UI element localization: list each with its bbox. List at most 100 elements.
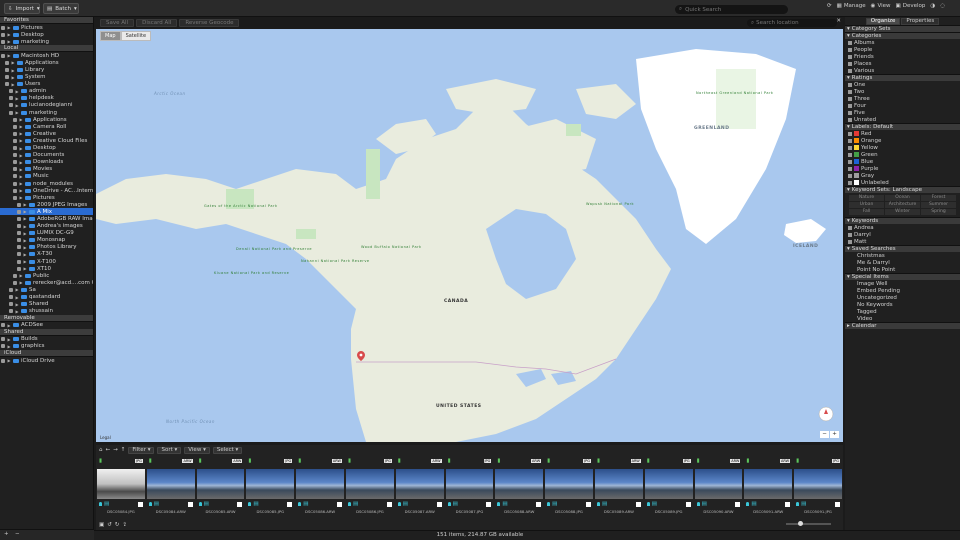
folder-item[interactable]: ▶ Creative Cloud Files	[0, 137, 93, 144]
checkbox-icon[interactable]	[848, 232, 852, 237]
folder-item[interactable]: ▶ Sa	[0, 286, 93, 293]
chevron-right-icon[interactable]: ▶	[7, 32, 11, 37]
checkbox-icon[interactable]	[13, 181, 17, 186]
thumbnail-image[interactable]	[146, 469, 195, 499]
thumbnail[interactable]: ▮ ARW ▤ DSC05085.ARW	[196, 458, 246, 516]
checkbox-icon[interactable]	[848, 166, 852, 171]
chevron-right-icon[interactable]: ▶	[15, 89, 19, 94]
discard-all-button[interactable]: Discard All	[136, 19, 178, 27]
chevron-right-icon[interactable]: ▶	[19, 153, 23, 158]
keyword-set-cell[interactable]: Fall	[849, 209, 884, 215]
calendar-header[interactable]: ▸ Calendar	[845, 322, 960, 329]
checkbox-icon[interactable]	[9, 103, 13, 108]
checkbox-icon[interactable]	[13, 188, 17, 193]
checkbox-icon[interactable]	[848, 131, 852, 136]
select-checkbox[interactable]	[436, 501, 442, 507]
folder-item[interactable]: ▶ Pictures	[0, 194, 93, 201]
folder-item[interactable]: ▶ Camera Roll	[0, 123, 93, 130]
folder-item[interactable]: ▶ helpdesk	[0, 95, 93, 102]
tab-organize[interactable]: Organize	[865, 17, 901, 25]
folder-item[interactable]: ▶ Macintosh HD	[0, 52, 93, 59]
sidebar-section-favorites[interactable]: Favorites	[0, 17, 93, 24]
special-item[interactable]: Image Well	[845, 280, 960, 287]
checkbox-icon[interactable]	[13, 131, 17, 136]
folder-item[interactable]: ▶ node_modules	[0, 180, 93, 187]
rotate-right-icon[interactable]: ↻	[115, 522, 120, 528]
folder-item[interactable]: ▶ Applications	[0, 116, 93, 123]
remove-icon[interactable]: −	[15, 531, 20, 537]
quick-search-input[interactable]: ⌕ Quick Search	[675, 5, 788, 14]
checkbox-icon[interactable]	[13, 273, 17, 278]
checkbox-icon[interactable]	[848, 47, 852, 52]
thumbnail[interactable]: ▮ JPG ▤ DSC05086.JPG	[345, 458, 395, 516]
chevron-right-icon[interactable]: ▶	[19, 195, 23, 200]
back-icon[interactable]: ←	[106, 447, 111, 453]
chevron-right-icon[interactable]: ▶	[23, 209, 27, 214]
chevron-right-icon[interactable]: ▶	[11, 82, 15, 87]
select-checkbox[interactable]	[137, 501, 143, 507]
folder-item[interactable]: ▶ Applications	[0, 59, 93, 66]
folder-item[interactable]: ▶ Shared	[0, 301, 93, 308]
zoom-out-button[interactable]: −	[820, 431, 829, 438]
checkbox-icon[interactable]	[13, 117, 17, 122]
select-checkbox[interactable]	[685, 501, 691, 507]
checkbox-icon[interactable]	[1, 53, 5, 58]
checkbox-icon[interactable]	[1, 323, 5, 328]
chevron-right-icon[interactable]: ▶	[11, 68, 15, 73]
folder-item[interactable]: ▶ Desktop	[0, 145, 93, 152]
checkbox-icon[interactable]	[848, 180, 852, 185]
thumbnail-image[interactable]	[246, 469, 295, 499]
select-checkbox[interactable]	[237, 501, 243, 507]
chevron-right-icon[interactable]: ▶	[7, 344, 11, 349]
checkbox-icon[interactable]	[1, 358, 5, 363]
select-checkbox[interactable]	[187, 501, 193, 507]
rating-item[interactable]: Four	[845, 102, 960, 109]
keyword-sets-header[interactable]: ▾ Keyword Sets: Landscape	[845, 186, 960, 193]
checkbox-icon[interactable]	[848, 159, 852, 164]
tab-map[interactable]: Map	[100, 31, 121, 41]
chevron-right-icon[interactable]: ▶	[19, 117, 23, 122]
rating-item[interactable]: Three	[845, 95, 960, 102]
chevron-right-icon[interactable]: ▶	[15, 96, 19, 101]
rating-item[interactable]: Unrated	[845, 116, 960, 123]
checkbox-icon[interactable]	[13, 195, 17, 200]
checkbox-icon[interactable]	[848, 103, 852, 108]
category-item[interactable]: Places	[845, 60, 960, 67]
chevron-right-icon[interactable]: ▶	[23, 259, 27, 264]
share-icon[interactable]: ⇪	[122, 522, 127, 528]
sidebar-section-removable[interactable]: Removable	[0, 314, 93, 322]
categories-header[interactable]: ▾ Categories	[845, 32, 960, 39]
folder-item[interactable]: ▶ Creative	[0, 130, 93, 137]
checkbox-icon[interactable]	[1, 337, 5, 342]
reverse-geocode-button[interactable]: Reverse Geocode	[179, 19, 240, 27]
chevron-right-icon[interactable]: ▶	[11, 75, 15, 80]
chevron-right-icon[interactable]: ▶	[19, 131, 23, 136]
import-icon[interactable]: ▣	[99, 522, 104, 528]
folder-item[interactable]: ▶ X-T30	[0, 251, 93, 258]
folder-item[interactable]: ▶ Monosnap	[0, 237, 93, 244]
saved-item[interactable]: Christmas	[845, 252, 960, 259]
folder-item[interactable]: ▶ Public	[0, 272, 93, 279]
checkbox-icon[interactable]	[5, 75, 9, 80]
special-item[interactable]: Tagged	[845, 308, 960, 315]
chevron-right-icon[interactable]: ▶	[19, 273, 23, 278]
folder-item[interactable]: ▶ marketing	[0, 38, 93, 45]
thumbnail-size-slider[interactable]	[786, 521, 831, 526]
chevron-right-icon[interactable]: ▶	[15, 295, 19, 300]
batch-button[interactable]: ▤ Batch ▾	[43, 3, 79, 14]
select-checkbox[interactable]	[834, 501, 840, 507]
checkbox-icon[interactable]	[9, 295, 13, 300]
keyword-item[interactable]: Matt	[845, 238, 960, 245]
thumbnail[interactable]: ▮ ARW ▤ DSC05089.ARW	[594, 458, 644, 516]
forward-icon[interactable]: →	[113, 447, 118, 453]
checkbox-icon[interactable]	[1, 344, 5, 349]
label-item[interactable]: Red	[845, 130, 960, 137]
folder-item[interactable]: ▶ graphics	[0, 343, 93, 350]
keyword-set-cell[interactable]: Spring	[921, 209, 956, 215]
folder-item[interactable]: ▶ Music	[0, 173, 93, 180]
select-checkbox[interactable]	[785, 501, 791, 507]
folder-item[interactable]: ▶ XT10	[0, 265, 93, 272]
tab-satellite[interactable]: Satellite	[120, 31, 152, 41]
checkbox-icon[interactable]	[9, 309, 13, 314]
checkbox-icon[interactable]	[848, 138, 852, 143]
